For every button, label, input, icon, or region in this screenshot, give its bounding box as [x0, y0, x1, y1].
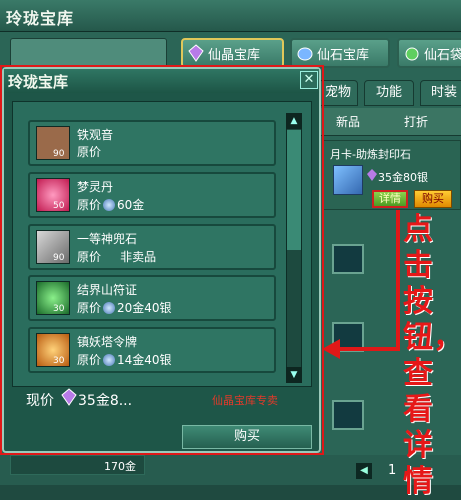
annotation-line — [338, 347, 400, 351]
tab-xianjing-treasury[interactable]: 仙晶宝库 — [181, 38, 284, 68]
tab-label: 仙石袋 — [424, 47, 461, 63]
purple-gem-icon — [367, 169, 377, 181]
subtab-function[interactable]: 功能 — [364, 80, 414, 106]
page-prev-button[interactable]: ◀ — [356, 463, 372, 479]
filter-discount[interactable]: 打折 — [404, 113, 428, 130]
main-window-title: 玲珑宝库 — [6, 9, 75, 28]
page-number: 1 — [388, 463, 397, 478]
subtab-pets[interactable]: 宠物 — [318, 80, 358, 106]
tab-label: 仙晶宝库 — [208, 47, 261, 63]
item-slot[interactable] — [332, 244, 364, 274]
annotation-line — [396, 210, 400, 350]
buy-button[interactable]: 购买 — [414, 190, 452, 208]
annotation-text: 点击按钮，查看详情 — [403, 212, 461, 499]
gift-box-icon — [333, 165, 363, 195]
arrow-left-icon — [322, 339, 340, 359]
blue-stone-icon — [297, 47, 313, 61]
tab-label: 仙石宝库 — [317, 47, 370, 63]
purple-gem-icon — [188, 44, 204, 62]
price-text: 35金80银 — [378, 171, 428, 184]
subtab-fashion[interactable]: 时装 — [420, 80, 461, 106]
tab-xianshi-bag[interactable]: 仙石袋 — [397, 38, 461, 68]
filter-new[interactable]: 新品 — [336, 113, 360, 130]
tab-xianshi-treasury[interactable]: 仙石宝库 — [290, 38, 390, 68]
bag-icon — [405, 47, 419, 61]
shop-item-name: 月卡-助炼封印石 — [330, 148, 411, 161]
annotation-frame — [0, 65, 324, 455]
left-panel-slot — [10, 38, 167, 68]
bottom-item-price: 170金 — [104, 460, 136, 473]
shop-item-price: 35金80银 — [366, 169, 428, 185]
detail-button[interactable]: 详情 — [372, 190, 408, 208]
item-slot[interactable] — [332, 400, 364, 430]
